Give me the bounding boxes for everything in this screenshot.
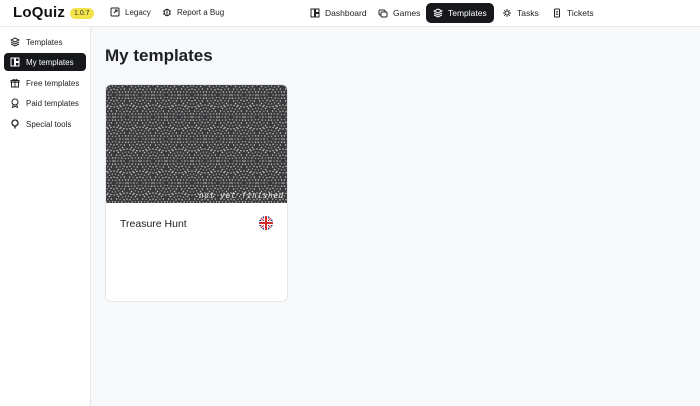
sidebar-item-my-templates[interactable]: My templates (4, 53, 86, 71)
nav-tickets[interactable]: Tickets (545, 3, 601, 23)
games-icon (378, 9, 388, 18)
sidebar-item-special-tools[interactable]: Special tools (4, 115, 86, 133)
nav-tasks[interactable]: Tasks (495, 3, 546, 23)
uk-flag-icon (259, 216, 273, 230)
sidebar-item-label: Special tools (26, 119, 72, 129)
sidebar-item-label: My templates (26, 57, 74, 67)
report-bug-link[interactable]: Report a Bug (162, 7, 224, 17)
sidebar-item-paid-templates[interactable]: Paid templates (4, 94, 86, 112)
map-pin-icon (11, 119, 19, 129)
grid-icon (10, 57, 20, 67)
layers-icon (10, 37, 20, 47)
nav-tickets-label: Tickets (567, 8, 594, 18)
nav-templates[interactable]: Templates (426, 3, 494, 23)
template-thumbnail[interactable]: not yet finished (106, 85, 287, 203)
badge-icon (11, 98, 19, 108)
app-logo[interactable]: LoQuiz (13, 4, 65, 21)
legacy-link[interactable]: Legacy (110, 7, 151, 17)
template-title[interactable]: Treasure Hunt (120, 218, 187, 230)
sidebar-item-free-templates[interactable]: Free templates (4, 74, 86, 92)
sidebar-item-templates[interactable]: Templates (4, 33, 86, 51)
sidebar-item-label: Paid templates (26, 98, 79, 108)
page-title: My templates (105, 46, 213, 65)
gift-icon (10, 78, 20, 88)
dashboard-icon (310, 8, 320, 18)
template-card[interactable]: not yet finished Treasure Hunt (105, 84, 288, 302)
sidebar: Templates My templates Free templates Pa… (0, 27, 91, 406)
top-bar: LoQuiz 1.0.7 Legacy Report a Bug Dashboa… (0, 0, 700, 27)
sidebar-item-label: Free templates (26, 78, 80, 88)
sidebar-item-label: Templates (26, 37, 63, 47)
report-bug-label: Report a Bug (177, 7, 225, 17)
nav-dashboard-label: Dashboard (325, 8, 367, 18)
tickets-icon (554, 8, 560, 18)
legacy-label: Legacy (125, 7, 151, 17)
nav-dashboard[interactable]: Dashboard (303, 3, 374, 23)
dotted-circles-pattern (106, 85, 287, 203)
nav-games-label: Games (393, 8, 421, 18)
version-badge: 1.0.7 (70, 8, 94, 19)
tasks-icon (503, 9, 511, 17)
layers-icon (433, 8, 443, 18)
nav-tasks-label: Tasks (517, 8, 539, 18)
status-ribbon: not yet finished (198, 191, 284, 200)
nav-games[interactable]: Games (371, 3, 427, 23)
nav-templates-label: Templates (448, 8, 487, 18)
external-link-icon (110, 7, 120, 17)
bug-icon (163, 8, 171, 17)
